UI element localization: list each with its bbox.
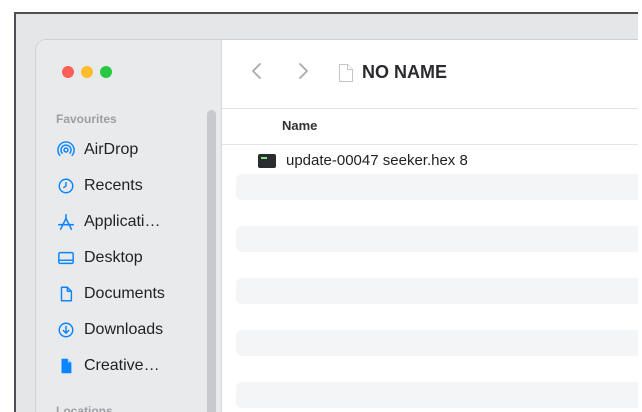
table-row-empty (236, 200, 638, 226)
desktop-icon (56, 248, 76, 268)
sidebar-item-label: Downloads (84, 321, 164, 338)
sidebar-section-favourites: Favourites (56, 112, 117, 126)
file-name: update-00047 seeker.hex 8 (286, 152, 468, 169)
minimize-button[interactable] (81, 66, 93, 78)
window-title: NO NAME (338, 62, 447, 83)
table-row-empty (236, 382, 638, 408)
clock-icon (56, 176, 76, 196)
sidebar-section-locations: Locations (56, 404, 113, 412)
sidebar-item-documents[interactable]: Documents (56, 282, 165, 306)
zoom-button[interactable] (100, 66, 112, 78)
sidebar-item-label: Recents (84, 177, 143, 194)
sidebar-item-label: Desktop (84, 249, 143, 266)
table-row-empty (236, 356, 638, 382)
applications-icon (56, 212, 76, 232)
page-title: NO NAME (362, 62, 447, 82)
finder-window: Favourites AirDrop Recents Applicati… De… (36, 40, 638, 412)
chevron-left-icon (250, 61, 264, 81)
chevron-right-icon (296, 61, 310, 81)
header-divider (222, 144, 638, 145)
table-row-empty (236, 278, 638, 304)
forward-button[interactable] (290, 58, 316, 84)
sidebar-item-recents[interactable]: Recents (56, 174, 143, 198)
sidebar-item-downloads[interactable]: Downloads (56, 318, 163, 342)
close-button[interactable] (62, 66, 74, 78)
sidebar-item-label: AirDrop (84, 141, 139, 158)
sidebar-item-label: Applicati… (84, 213, 161, 230)
table-row-empty (236, 252, 638, 278)
sidebar-item-label: Documents (84, 285, 165, 302)
sidebar: Favourites AirDrop Recents Applicati… De… (36, 40, 222, 412)
file-icon (56, 356, 76, 376)
sidebar-item-airdrop[interactable]: AirDrop (56, 138, 138, 162)
screen-frame: Favourites AirDrop Recents Applicati… De… (14, 12, 638, 412)
table-row-empty (236, 304, 638, 330)
table-row-empty (236, 174, 638, 200)
table-row-empty (236, 226, 638, 252)
sidebar-item-creative[interactable]: Creative… (56, 354, 160, 378)
download-icon (56, 320, 76, 340)
table-row-empty (236, 330, 638, 356)
folder-document-icon (338, 63, 362, 83)
back-button[interactable] (244, 58, 270, 84)
column-header-name[interactable]: Name (282, 118, 317, 133)
sidebar-item-applications[interactable]: Applicati… (56, 210, 160, 234)
file-browser: NO NAME Name update-00047 seeker.hex 8 (222, 40, 638, 412)
sidebar-item-label: Creative… (84, 357, 160, 374)
file-item[interactable]: update-00047 seeker.hex 8 (258, 152, 468, 169)
toolbar: NO NAME (222, 40, 638, 109)
sidebar-scrollbar[interactable] (207, 110, 216, 412)
airdrop-icon (56, 140, 76, 160)
window-controls (62, 66, 112, 78)
executable-file-icon (258, 153, 276, 168)
document-icon (56, 284, 76, 304)
sidebar-item-desktop[interactable]: Desktop (56, 246, 143, 270)
